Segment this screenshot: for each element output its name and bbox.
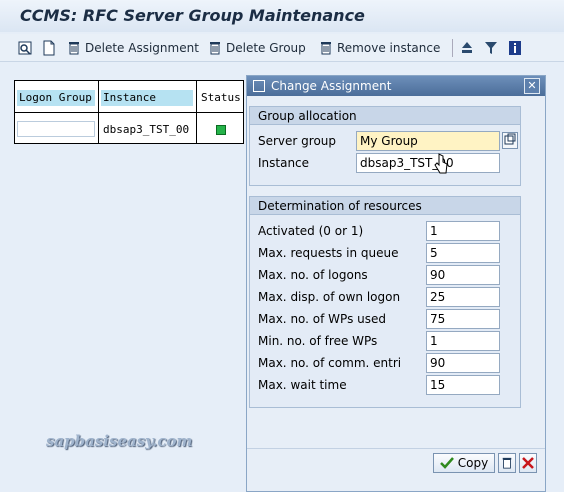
- value-help-icon[interactable]: [502, 132, 518, 149]
- delete-button[interactable]: [498, 453, 516, 473]
- resource-label: Max. no. of logons: [258, 268, 368, 282]
- resources-header: Determination of resources: [250, 197, 520, 215]
- footer-separator: [247, 448, 545, 449]
- resource-value-input[interactable]: 90: [426, 353, 500, 373]
- resource-value-input[interactable]: 25: [426, 287, 500, 307]
- status-light-icon: [216, 125, 226, 135]
- group-allocation-header: Group allocation: [250, 107, 520, 125]
- delete-assignment-button[interactable]: Delete Assignment: [67, 39, 199, 57]
- title-bar: CCMS: RFC Server Group Maintenance: [0, 0, 564, 32]
- col-header-status[interactable]: Status: [199, 90, 243, 106]
- resource-value-input[interactable]: 90: [426, 265, 500, 285]
- toolbar-separator: [452, 39, 453, 57]
- resource-value-input[interactable]: 5: [426, 243, 500, 263]
- instance-input[interactable]: dbsap3_TST_00: [356, 153, 500, 173]
- resource-label: Max. no. of comm. entri: [258, 356, 402, 370]
- remove-instance-button[interactable]: Remove instance: [319, 39, 440, 57]
- delete-group-button[interactable]: Delete Group: [208, 39, 306, 57]
- resources-box: Determination of resources Activated (0 …: [249, 196, 521, 408]
- toolbar: Delete Assignment Delete Group Remove in…: [0, 34, 564, 62]
- instance-cell: dbsap3_TST_00: [103, 123, 190, 136]
- resource-row: Max. no. of WPs used: [258, 309, 428, 329]
- resource-row: Max. wait time: [258, 375, 428, 395]
- window-title: CCMS: RFC Server Group Maintenance: [20, 6, 365, 25]
- remove-instance-label: Remove instance: [337, 41, 441, 55]
- resource-value-input[interactable]: 1: [426, 221, 500, 241]
- resource-value-input[interactable]: 1: [426, 331, 500, 351]
- edit-icon: [253, 80, 265, 92]
- cancel-button[interactable]: [519, 453, 537, 473]
- resource-label: Max. no. of WPs used: [258, 312, 386, 326]
- cancel-icon: [522, 457, 534, 469]
- logon-group-cell[interactable]: [17, 121, 95, 137]
- change-assignment-dialog: Change Assignment ✕ Group allocation Ser…: [246, 75, 546, 492]
- checkmark-icon: [439, 457, 454, 469]
- trash-icon: [69, 42, 79, 55]
- copy-button[interactable]: Copy: [433, 453, 495, 473]
- col-header-logon-group[interactable]: Logon Group: [17, 90, 95, 106]
- trash-icon: [502, 457, 512, 469]
- resource-row: Max. disp. of own logon: [258, 287, 428, 307]
- delete-assignment-label: Delete Assignment: [85, 41, 199, 55]
- resource-row: Max. no. of logons: [258, 265, 428, 285]
- info-icon[interactable]: [508, 39, 522, 57]
- group-allocation-box: Group allocation Server group My Group I…: [249, 106, 521, 186]
- resource-value-input[interactable]: 75: [426, 309, 500, 329]
- mouse-cursor-icon: [434, 153, 448, 174]
- resource-row: Max. no. of comm. entri: [258, 353, 428, 373]
- resource-label: Max. requests in queue: [258, 246, 399, 260]
- delete-group-label: Delete Group: [226, 41, 306, 55]
- sort-icon[interactable]: [460, 39, 474, 57]
- resource-row: Max. requests in queue: [258, 243, 428, 263]
- dialog-title-bar: Change Assignment ✕: [247, 76, 545, 96]
- resource-value-input[interactable]: 15: [426, 375, 500, 395]
- resource-label: Max. disp. of own logon: [258, 290, 401, 304]
- close-icon[interactable]: ✕: [524, 78, 540, 94]
- new-document-icon[interactable]: [42, 39, 56, 57]
- dialog-title: Change Assignment: [271, 79, 392, 93]
- filter-icon[interactable]: [484, 39, 498, 57]
- resource-label: Min. no. of free WPs: [258, 334, 378, 348]
- server-group-input[interactable]: My Group: [356, 131, 500, 151]
- resource-label: Max. wait time: [258, 378, 347, 392]
- trash-icon: [321, 42, 331, 55]
- resource-label: Activated (0 or 1): [258, 224, 364, 238]
- assignment-table: Logon Group Instance Status dbsap3_TST_0…: [14, 80, 244, 144]
- copy-label: Copy: [457, 456, 489, 470]
- col-header-instance[interactable]: Instance: [101, 90, 193, 106]
- display-icon[interactable]: [18, 39, 32, 57]
- resource-row: Min. no. of free WPs: [258, 331, 428, 351]
- header-separator: [15, 112, 243, 113]
- resource-row: Activated (0 or 1): [258, 221, 428, 241]
- watermark-text: sapbasiseasy.com: [46, 432, 193, 450]
- trash-icon: [210, 42, 220, 55]
